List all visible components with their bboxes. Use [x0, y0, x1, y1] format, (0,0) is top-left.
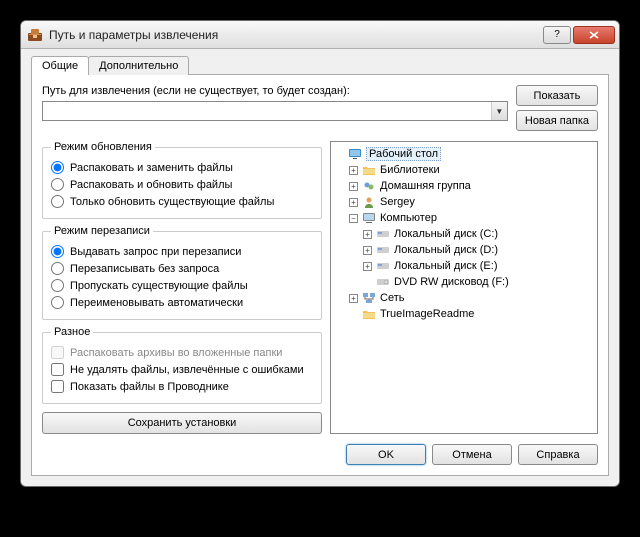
folder-icon	[361, 163, 377, 177]
expander-icon[interactable]: +	[349, 198, 358, 207]
expander-blank	[335, 150, 344, 159]
expander-blank	[363, 278, 372, 287]
tree-drive-e[interactable]: + Локальный диск (E:)	[363, 258, 593, 274]
show-button[interactable]: Показать	[516, 85, 598, 106]
tab-general[interactable]: Общие	[31, 56, 89, 75]
update-mode-legend: Режим обновления	[51, 141, 155, 153]
cancel-button[interactable]: Отмена	[432, 444, 512, 465]
misc-opt-keep-broken[interactable]: Не удалять файлы, извлечённые с ошибками	[51, 361, 313, 378]
path-input[interactable]	[43, 102, 491, 120]
misc-opt-subfolders: Распаковать архивы во вложенные папки	[51, 344, 313, 361]
dialog-footer: OK Отмена Справка	[42, 444, 598, 465]
tree-computer[interactable]: − Компьютер	[349, 210, 593, 226]
tree-drive-d[interactable]: + Локальный диск (D:)	[363, 242, 593, 258]
client-area: Общие Дополнительно Путь для извлечения …	[21, 49, 619, 486]
help-titlebar-button[interactable]: ?	[543, 26, 571, 44]
user-icon	[361, 195, 377, 209]
app-icon	[27, 27, 43, 43]
update-opt-onlyexisting[interactable]: Только обновить существующие файлы	[51, 193, 313, 210]
tree-network[interactable]: + Сеть	[349, 290, 593, 306]
tab-advanced[interactable]: Дополнительно	[88, 56, 189, 75]
tabstrip: Общие Дополнительно	[31, 56, 609, 75]
update-opt-update[interactable]: Распаковать и обновить файлы	[51, 176, 313, 193]
folder-icon	[361, 307, 377, 321]
overwrite-opt-noask[interactable]: Перезаписывать без запроса	[51, 260, 313, 277]
homegroup-icon	[361, 179, 377, 193]
tree-user[interactable]: + Sergey	[349, 194, 593, 210]
help-button[interactable]: Справка	[518, 444, 598, 465]
overwrite-opt-skip[interactable]: Пропускать существующие файлы	[51, 277, 313, 294]
expander-blank	[349, 310, 358, 319]
computer-icon	[361, 211, 377, 225]
tree-desktop[interactable]: Рабочий стол	[335, 146, 593, 162]
tab-panel: Путь для извлечения (если не существует,…	[31, 74, 609, 476]
tree-drive-f[interactable]: DVD RW дисковод (F:)	[363, 274, 593, 290]
expander-icon[interactable]: +	[349, 294, 358, 303]
tree-libraries[interactable]: + Библиотеки	[349, 162, 593, 178]
close-button[interactable]	[573, 26, 615, 44]
new-folder-button[interactable]: Новая папка	[516, 110, 598, 131]
expander-icon[interactable]: +	[349, 166, 358, 175]
tree-readme[interactable]: TrueImageReadme	[349, 306, 593, 322]
misc-group: Разное Распаковать архивы во вложенные п…	[42, 326, 322, 404]
expander-icon[interactable]: +	[363, 262, 372, 271]
path-dropdown-button[interactable]: ▼	[491, 102, 507, 120]
update-mode-group: Режим обновления Распаковать и заменить …	[42, 141, 322, 219]
path-label: Путь для извлечения (если не существует,…	[42, 85, 508, 97]
overwrite-opt-ask[interactable]: Выдавать запрос при перезаписи	[51, 243, 313, 260]
misc-legend: Разное	[51, 326, 93, 338]
monitor-icon	[347, 147, 363, 161]
dialog-window: Путь и параметры извлечения ? Общие Допо…	[20, 20, 620, 487]
ok-button[interactable]: OK	[346, 444, 426, 465]
drive-icon	[375, 227, 391, 241]
dvd-icon	[375, 275, 391, 289]
update-opt-replace[interactable]: Распаковать и заменить файлы	[51, 159, 313, 176]
window-title: Путь и параметры извлечения	[49, 28, 543, 42]
save-settings-button[interactable]: Сохранить установки	[42, 412, 322, 434]
misc-opt-show-explorer[interactable]: Показать файлы в Проводнике	[51, 378, 313, 395]
overwrite-opt-rename[interactable]: Переименовывать автоматически	[51, 294, 313, 311]
expander-icon[interactable]: +	[349, 182, 358, 191]
drive-icon	[375, 243, 391, 257]
network-icon	[361, 291, 377, 305]
path-combobox[interactable]: ▼	[42, 101, 508, 121]
titlebar[interactable]: Путь и параметры извлечения ?	[21, 21, 619, 49]
expander-icon[interactable]: +	[363, 230, 372, 239]
drive-icon	[375, 259, 391, 273]
expander-icon[interactable]: −	[349, 214, 358, 223]
folder-tree[interactable]: Рабочий стол + Библиотеки + Домашняя гру…	[330, 141, 598, 434]
tree-drive-c[interactable]: + Локальный диск (C:)	[363, 226, 593, 242]
expander-icon[interactable]: +	[363, 246, 372, 255]
overwrite-mode-legend: Режим перезаписи	[51, 225, 153, 237]
tree-homegroup[interactable]: + Домашняя группа	[349, 178, 593, 194]
overwrite-mode-group: Режим перезаписи Выдавать запрос при пер…	[42, 225, 322, 320]
